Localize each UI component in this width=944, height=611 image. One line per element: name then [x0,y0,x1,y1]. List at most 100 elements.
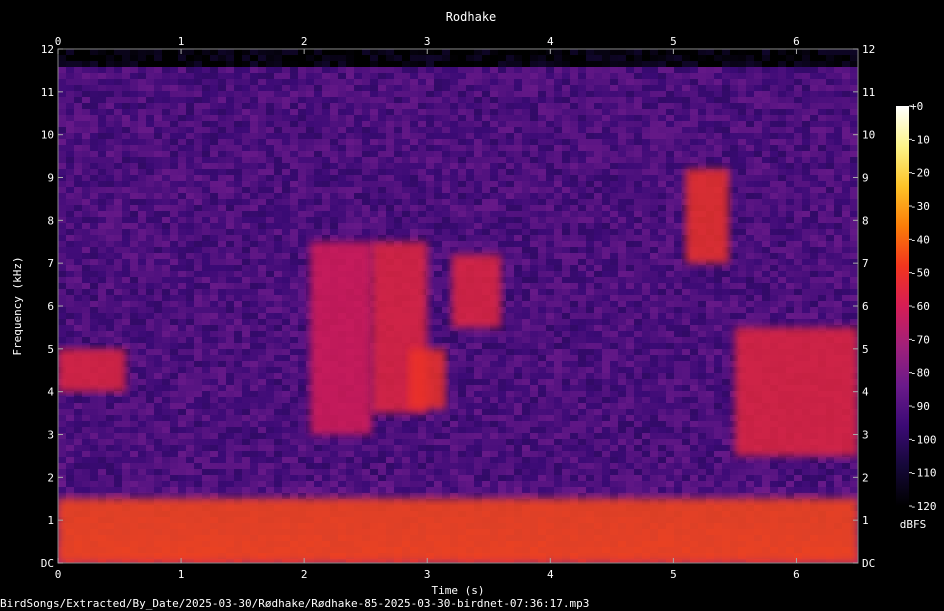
spectrogram-cell [842,127,850,133]
spectrogram-cell [266,49,274,55]
spectrogram-cell [570,259,578,265]
spectrogram-cell [690,79,698,85]
spectrogram-cell [498,49,506,55]
spectrogram-cell [714,127,722,133]
spectrogram-cell [138,49,146,55]
spectrogram-cell [386,181,394,187]
spectrogram-cell [114,205,122,211]
spectrogram-cell [330,217,338,223]
spectrogram-cell [410,205,418,211]
spectrogram-cell [170,91,178,97]
spectrogram-cell [578,139,586,145]
spectrogram-cell [746,127,754,133]
spectrogram-cell [66,169,74,175]
spectrogram-cell [530,265,538,271]
spectrogram-cell [618,241,626,247]
spectrogram-cell [434,295,442,301]
spectrogram-cell [666,115,674,121]
spectrogram-cell [594,319,602,325]
spectrogram-cell [642,295,650,301]
spectrogram-cell [498,79,506,85]
spectrogram-cell [738,217,746,223]
spectrogram-cell [242,265,250,271]
spectrogram-cell [650,85,658,91]
spectrogram-cell [530,211,538,217]
spectrogram-cell [210,151,218,157]
spectrogram-cell [146,157,154,163]
spectrogram-cell [514,235,522,241]
spectrogram-cell [738,241,746,247]
spectrogram-cell [754,103,762,109]
spectrogram-cell [842,283,850,289]
spectrogram-cell [266,67,274,73]
spectrogram-cell [250,133,258,139]
spectrogram-cell [842,295,850,301]
spectrogram-cell [658,85,666,91]
spectrogram-cell [370,145,378,151]
spectrogram-cell [266,331,274,337]
spectrogram-cell [634,187,642,193]
spectrogram-cell [218,301,226,307]
spectrogram-cell [562,205,570,211]
spectrogram-cell [714,85,722,91]
spectrogram-cell [338,103,346,109]
spectrogram-cell [90,259,98,265]
spectrogram-cell [514,241,522,247]
spectrogram-cell [482,145,490,151]
spectrogram-cell [570,139,578,145]
spectrogram-cell [650,283,658,289]
spectrogram-cell [274,325,282,331]
spectrogram-cell [82,67,90,73]
spectrogram-cell [162,193,170,199]
spectrogram-cell [290,283,298,289]
spectrogram-cell [154,301,162,307]
spectrogram-cell [458,151,466,157]
spectrogram-cell [610,325,618,331]
spectrogram-cell [178,181,186,187]
spectrogram-cell [490,151,498,157]
spectrogram-cell [826,319,834,325]
spectrogram-cell [66,205,74,211]
spectrogram-cell [266,247,274,253]
spectrogram-cell [266,313,274,319]
spectrogram-cell [594,169,602,175]
spectrogram-cell [554,61,562,67]
spectrogram-cell [618,265,626,271]
spectrogram-cell [290,199,298,205]
spectrogram-cell [778,271,786,277]
spectrogram-cell [354,121,362,127]
spectrogram-cell [266,157,274,163]
spectrogram-cell [138,169,146,175]
spectrogram-cell [322,91,330,97]
spectrogram-cell [82,331,90,337]
spectrogram-cell [386,67,394,73]
spectrogram-cell [634,61,642,67]
spectrogram-cell [186,79,194,85]
spectrogram-cell [490,235,498,241]
spectrogram-cell [226,301,234,307]
spectrogram-cell [842,289,850,295]
spectrogram-cell [386,157,394,163]
spectrogram-cell [818,175,826,181]
spectrogram-cell [690,61,698,67]
spectrogram-cell [186,145,194,151]
spectrogram-cell [842,277,850,283]
spectrogram-cell [202,205,210,211]
spectrogram-cell [338,187,346,193]
spectrogram-cell [322,127,330,133]
spectrogram-cell [418,115,426,121]
spectrogram-cell [450,235,458,241]
spectrogram-cell [338,235,346,241]
spectrogram-cell [330,157,338,163]
spectrogram-cell [690,271,698,277]
spectrogram-cell [714,139,722,145]
spectrogram-cell [746,109,754,115]
spectrogram-cell [738,67,746,73]
spectrogram-cell [226,145,234,151]
spectrogram-cell [282,91,290,97]
spectrogram-cell [754,55,762,61]
spectrogram-cell [730,169,738,175]
spectrogram-cell [90,79,98,85]
spectrogram-cell [114,115,122,121]
spectrogram-cell [106,91,114,97]
